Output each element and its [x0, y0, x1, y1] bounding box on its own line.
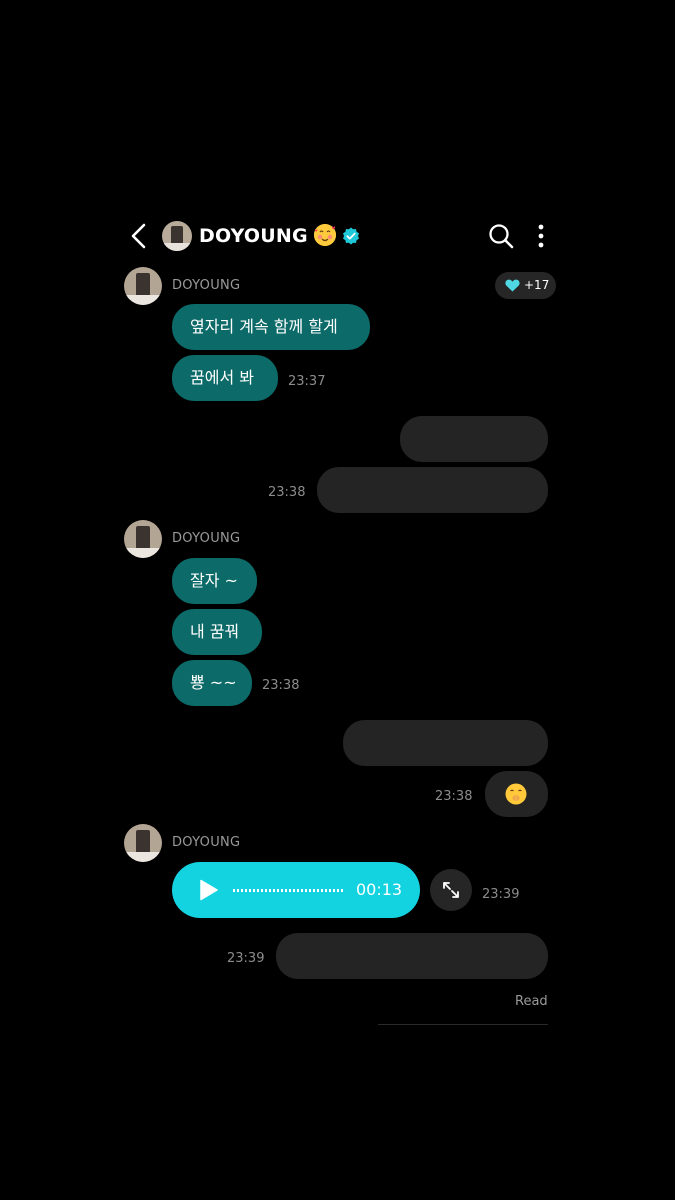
voice-duration: 00:13 — [356, 880, 403, 899]
sender-avatar[interactable] — [124, 267, 162, 305]
sender-avatar[interactable] — [124, 520, 162, 558]
message-time: 23:37 — [288, 374, 326, 389]
search-icon[interactable] — [487, 222, 515, 250]
my-message-bubble[interactable] — [400, 416, 548, 462]
reaction-pill[interactable]: +17 — [495, 272, 556, 299]
expand-icon — [443, 882, 459, 898]
sender-name: DOYOUNG — [172, 531, 241, 546]
sender-name: DOYOUNG — [172, 835, 241, 850]
my-message-bubble[interactable] — [317, 467, 548, 513]
message-time: 23:39 — [482, 887, 520, 902]
reaction-count: +17 — [524, 278, 550, 292]
my-message-bubble[interactable] — [343, 720, 548, 766]
message-time: 23:38 — [268, 485, 306, 500]
more-options-icon[interactable] — [532, 222, 550, 250]
chat-title: DOYOUNG — [199, 224, 360, 247]
shushing-face-icon — [505, 783, 527, 805]
message-time: 23:39 — [227, 951, 265, 966]
heart-icon — [505, 279, 520, 292]
message-bubble[interactable]: 꿈에서 봐 — [172, 355, 278, 401]
my-message-bubble[interactable] — [276, 933, 548, 979]
sender-avatar[interactable] — [124, 824, 162, 862]
divider — [378, 1024, 548, 1025]
audio-waveform[interactable] — [233, 889, 343, 892]
message-bubble[interactable]: 내 꿈꿔 — [172, 609, 262, 655]
voice-message[interactable]: 00:13 — [172, 862, 420, 918]
smiling-face-with-hearts-icon — [313, 224, 336, 246]
back-arrow-icon[interactable] — [128, 222, 150, 250]
my-emoji-bubble[interactable] — [485, 771, 548, 817]
verified-badge-icon — [342, 227, 359, 245]
read-status: Read — [515, 994, 548, 1009]
chat-title-text: DOYOUNG — [199, 225, 308, 247]
sender-name: DOYOUNG — [172, 278, 241, 293]
message-bubble[interactable]: 잘자 ~ — [172, 558, 257, 604]
header-avatar[interactable] — [162, 221, 192, 251]
expand-button[interactable] — [430, 869, 472, 911]
play-icon[interactable] — [199, 879, 219, 901]
message-time: 23:38 — [435, 789, 473, 804]
message-bubble[interactable]: 옆자리 계속 함께 할게 — [172, 304, 370, 350]
message-bubble[interactable]: 뿅 ~~ — [172, 660, 252, 706]
message-time: 23:38 — [262, 678, 300, 693]
